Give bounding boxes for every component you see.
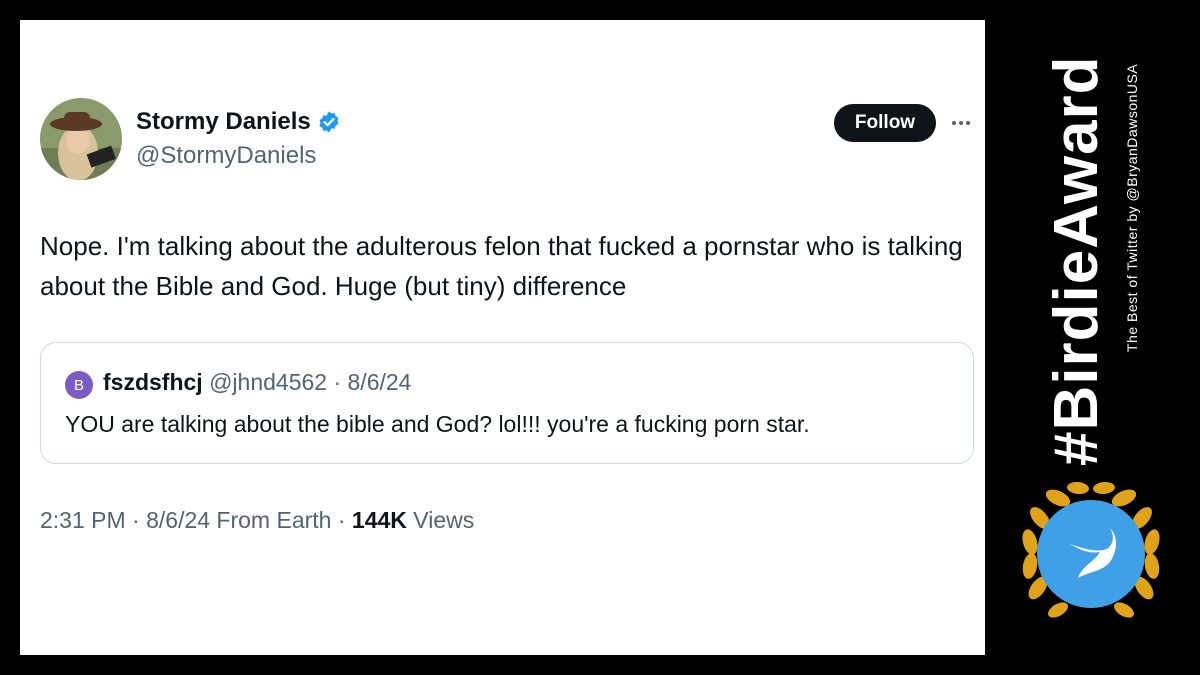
quoted-tweet[interactable]: B fszdsfhcj @jhnd4562 · 8/6/24 YOU are t… bbox=[40, 342, 974, 464]
views-count: 144K bbox=[351, 507, 407, 533]
author-avatar[interactable] bbox=[40, 98, 122, 180]
quoted-avatar[interactable]: B bbox=[65, 371, 93, 399]
tweet-text: Nope. I'm talking about the adulterous f… bbox=[40, 231, 963, 301]
more-options-icon[interactable] bbox=[948, 110, 974, 136]
quoted-text: YOU are talking about the bible and God?… bbox=[65, 411, 810, 437]
follow-button[interactable]: Follow bbox=[834, 104, 936, 142]
quoted-author-name: fszdsfhcj bbox=[103, 369, 203, 395]
tweet-timestamp[interactable]: 2:31 PM · 8/6/24 From Earth · bbox=[40, 507, 352, 533]
author-name-row: Stormy Daniels bbox=[136, 108, 341, 136]
tweet-meta: 2:31 PM · 8/6/24 From Earth · 144K Views bbox=[40, 507, 474, 534]
author-name[interactable]: Stormy Daniels bbox=[136, 108, 311, 136]
birdie-award-hashtag: #BirdieAward bbox=[1042, 55, 1111, 466]
branding-credit: The Best of Twitter by @BryanDawsonUSA bbox=[1124, 63, 1140, 352]
quoted-handle-date: @jhnd4562 · 8/6/24 bbox=[209, 369, 412, 395]
birdie-award-badge-icon bbox=[1018, 476, 1164, 636]
tweet-card: Stormy Daniels @StormyDaniels Follow Nop… bbox=[20, 20, 985, 655]
quoted-header: fszdsfhcj @jhnd4562 · 8/6/24 bbox=[103, 369, 411, 396]
verified-badge-icon bbox=[317, 110, 341, 134]
views-label: Views bbox=[406, 507, 475, 533]
author-handle[interactable]: @StormyDaniels bbox=[136, 142, 316, 170]
